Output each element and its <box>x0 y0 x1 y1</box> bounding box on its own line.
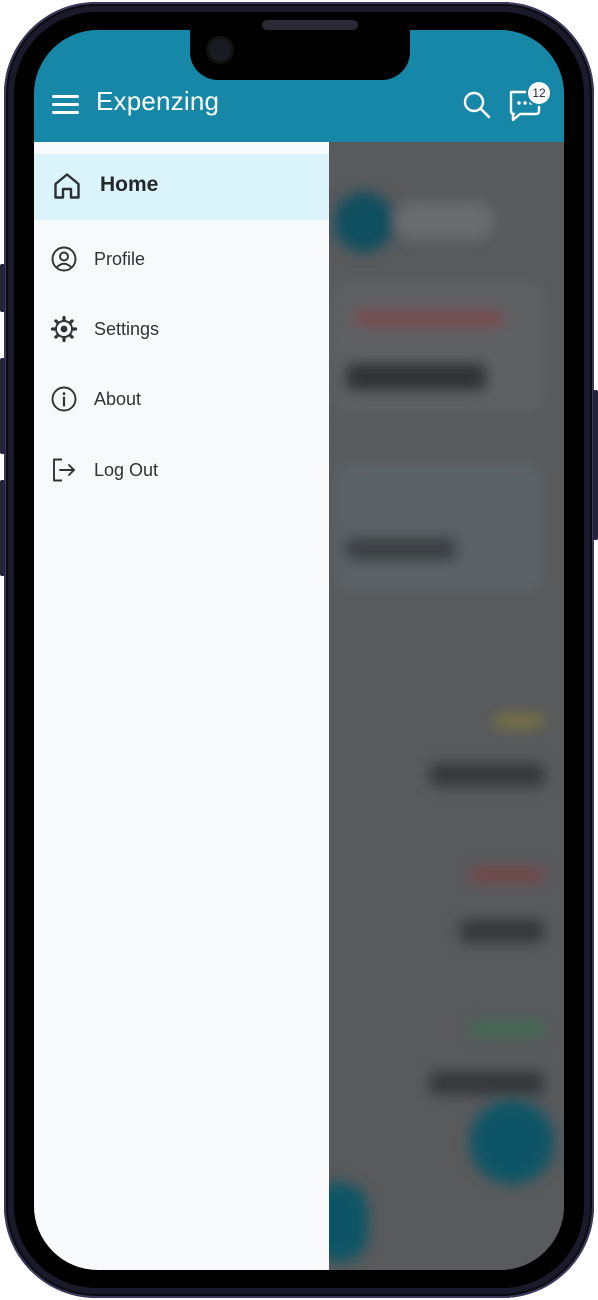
drawer-item-profile[interactable]: Profile <box>34 242 329 280</box>
earpiece-speaker <box>262 20 358 30</box>
drawer-item-home[interactable]: Home <box>34 154 329 220</box>
drawer-item-label: Log Out <box>94 460 159 480</box>
hamburger-menu-icon[interactable] <box>52 93 80 117</box>
logout-icon <box>50 456 78 488</box>
app-title: Expenzing <box>96 86 220 116</box>
drawer-item-about[interactable]: About <box>34 382 329 420</box>
blurred-amount <box>460 920 544 942</box>
front-camera <box>206 36 234 64</box>
home-icon <box>52 171 82 205</box>
search-icon[interactable] <box>462 90 492 120</box>
blurred-amount <box>430 764 544 786</box>
drawer-item-settings[interactable]: Settings <box>34 312 329 350</box>
blurred-tag <box>470 1022 544 1036</box>
blurred-fab <box>470 1100 554 1184</box>
blurred-card-label <box>354 310 504 326</box>
drawer-item-logout[interactable]: Log Out <box>34 453 329 491</box>
phone-frame: Expenzing 12 Home Profile Settings About… <box>0 2 598 1298</box>
blurred-card-amount <box>346 364 486 390</box>
drawer-item-label: Settings <box>94 319 160 339</box>
blurred-chip <box>394 202 494 240</box>
info-icon <box>50 385 78 417</box>
blurred-card <box>334 462 544 592</box>
mute-switch <box>0 264 5 312</box>
drawer-item-label: Profile <box>94 249 146 269</box>
navigation-drawer: Home Profile Settings About Log Out <box>34 142 329 1270</box>
camera-notch <box>190 30 410 80</box>
gear-icon <box>50 315 78 347</box>
blurred-tag <box>494 714 544 728</box>
drawer-item-label: About <box>94 389 142 409</box>
blurred-avatar <box>334 192 394 252</box>
blurred-card-amount <box>346 538 456 560</box>
screen: Expenzing 12 Home Profile Settings About… <box>34 30 564 1270</box>
profile-icon <box>50 245 78 277</box>
phone-bezel: Expenzing 12 Home Profile Settings About… <box>14 12 584 1288</box>
notification-badge: 12 <box>528 82 550 104</box>
blurred-tag <box>470 868 544 882</box>
power-button <box>593 390 598 540</box>
drawer-item-label: Home <box>100 173 159 196</box>
volume-up-button <box>0 358 5 454</box>
volume-down-button <box>0 480 5 576</box>
blurred-amount <box>430 1072 544 1094</box>
blurred-card <box>334 282 544 412</box>
